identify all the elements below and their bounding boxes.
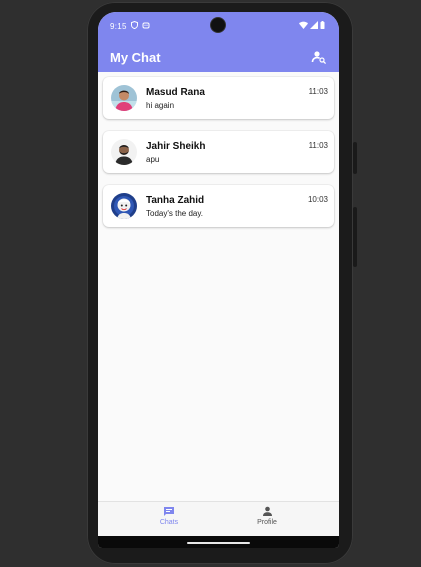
screen: 9:15 My Chat Masud Rana hi again 11:03 J… xyxy=(98,12,339,548)
chat-item-tanha-zahid[interactable]: Tanha Zahid Today's the day. 10:03 xyxy=(103,185,334,227)
wifi-icon xyxy=(299,21,308,29)
person-icon xyxy=(262,506,272,516)
last-message: Today's the day. xyxy=(146,209,203,218)
person-search-icon[interactable] xyxy=(311,49,327,65)
last-message: hi again xyxy=(146,101,175,110)
system-icons xyxy=(299,21,325,29)
battery-icon xyxy=(320,21,325,29)
chat-list: Masud Rana hi again 11:03 Jahir Sheikh a… xyxy=(103,77,334,239)
chat-icon xyxy=(164,507,174,516)
status-bar: 9:15 xyxy=(98,12,339,42)
bottom-navigation: Chats Profile xyxy=(98,501,339,536)
avatar xyxy=(111,139,137,165)
home-gesture-handle[interactable] xyxy=(187,542,250,544)
message-time: 10:03 xyxy=(307,195,328,204)
nav-tab-profile[interactable]: Profile xyxy=(237,506,297,526)
signal-icon xyxy=(310,21,318,29)
page-title: My Chat xyxy=(110,50,161,65)
contact-name: Masud Rana xyxy=(146,87,205,98)
nav-tab-chats[interactable]: Chats xyxy=(139,506,199,526)
contact-name: Jahir Sheikh xyxy=(146,141,206,152)
nav-label-chats: Chats xyxy=(159,519,179,526)
phone-frame: 9:15 My Chat Masud Rana hi again 11:03 J… xyxy=(87,2,357,564)
avatar xyxy=(111,193,137,219)
contact-name: Tanha Zahid xyxy=(146,195,205,206)
chat-item-masud-rana[interactable]: Masud Rana hi again 11:03 xyxy=(103,77,334,119)
message-time: 11:03 xyxy=(308,87,328,96)
app-bar: My Chat xyxy=(98,42,339,72)
chat-item-jahir-sheikh[interactable]: Jahir Sheikh apu 11:03 xyxy=(103,131,334,173)
volume-button xyxy=(353,207,357,267)
gesture-bar-area xyxy=(98,536,339,548)
status-time: 9:15 xyxy=(110,22,127,31)
notification-icons xyxy=(131,21,150,29)
power-button xyxy=(353,142,357,174)
last-message: apu xyxy=(146,155,160,164)
nav-label-profile: Profile xyxy=(257,519,277,526)
avatar xyxy=(111,85,137,111)
front-camera xyxy=(211,18,225,32)
shield-icon xyxy=(131,21,138,29)
message-time: 11:03 xyxy=(308,141,328,150)
android-icon xyxy=(142,22,150,29)
